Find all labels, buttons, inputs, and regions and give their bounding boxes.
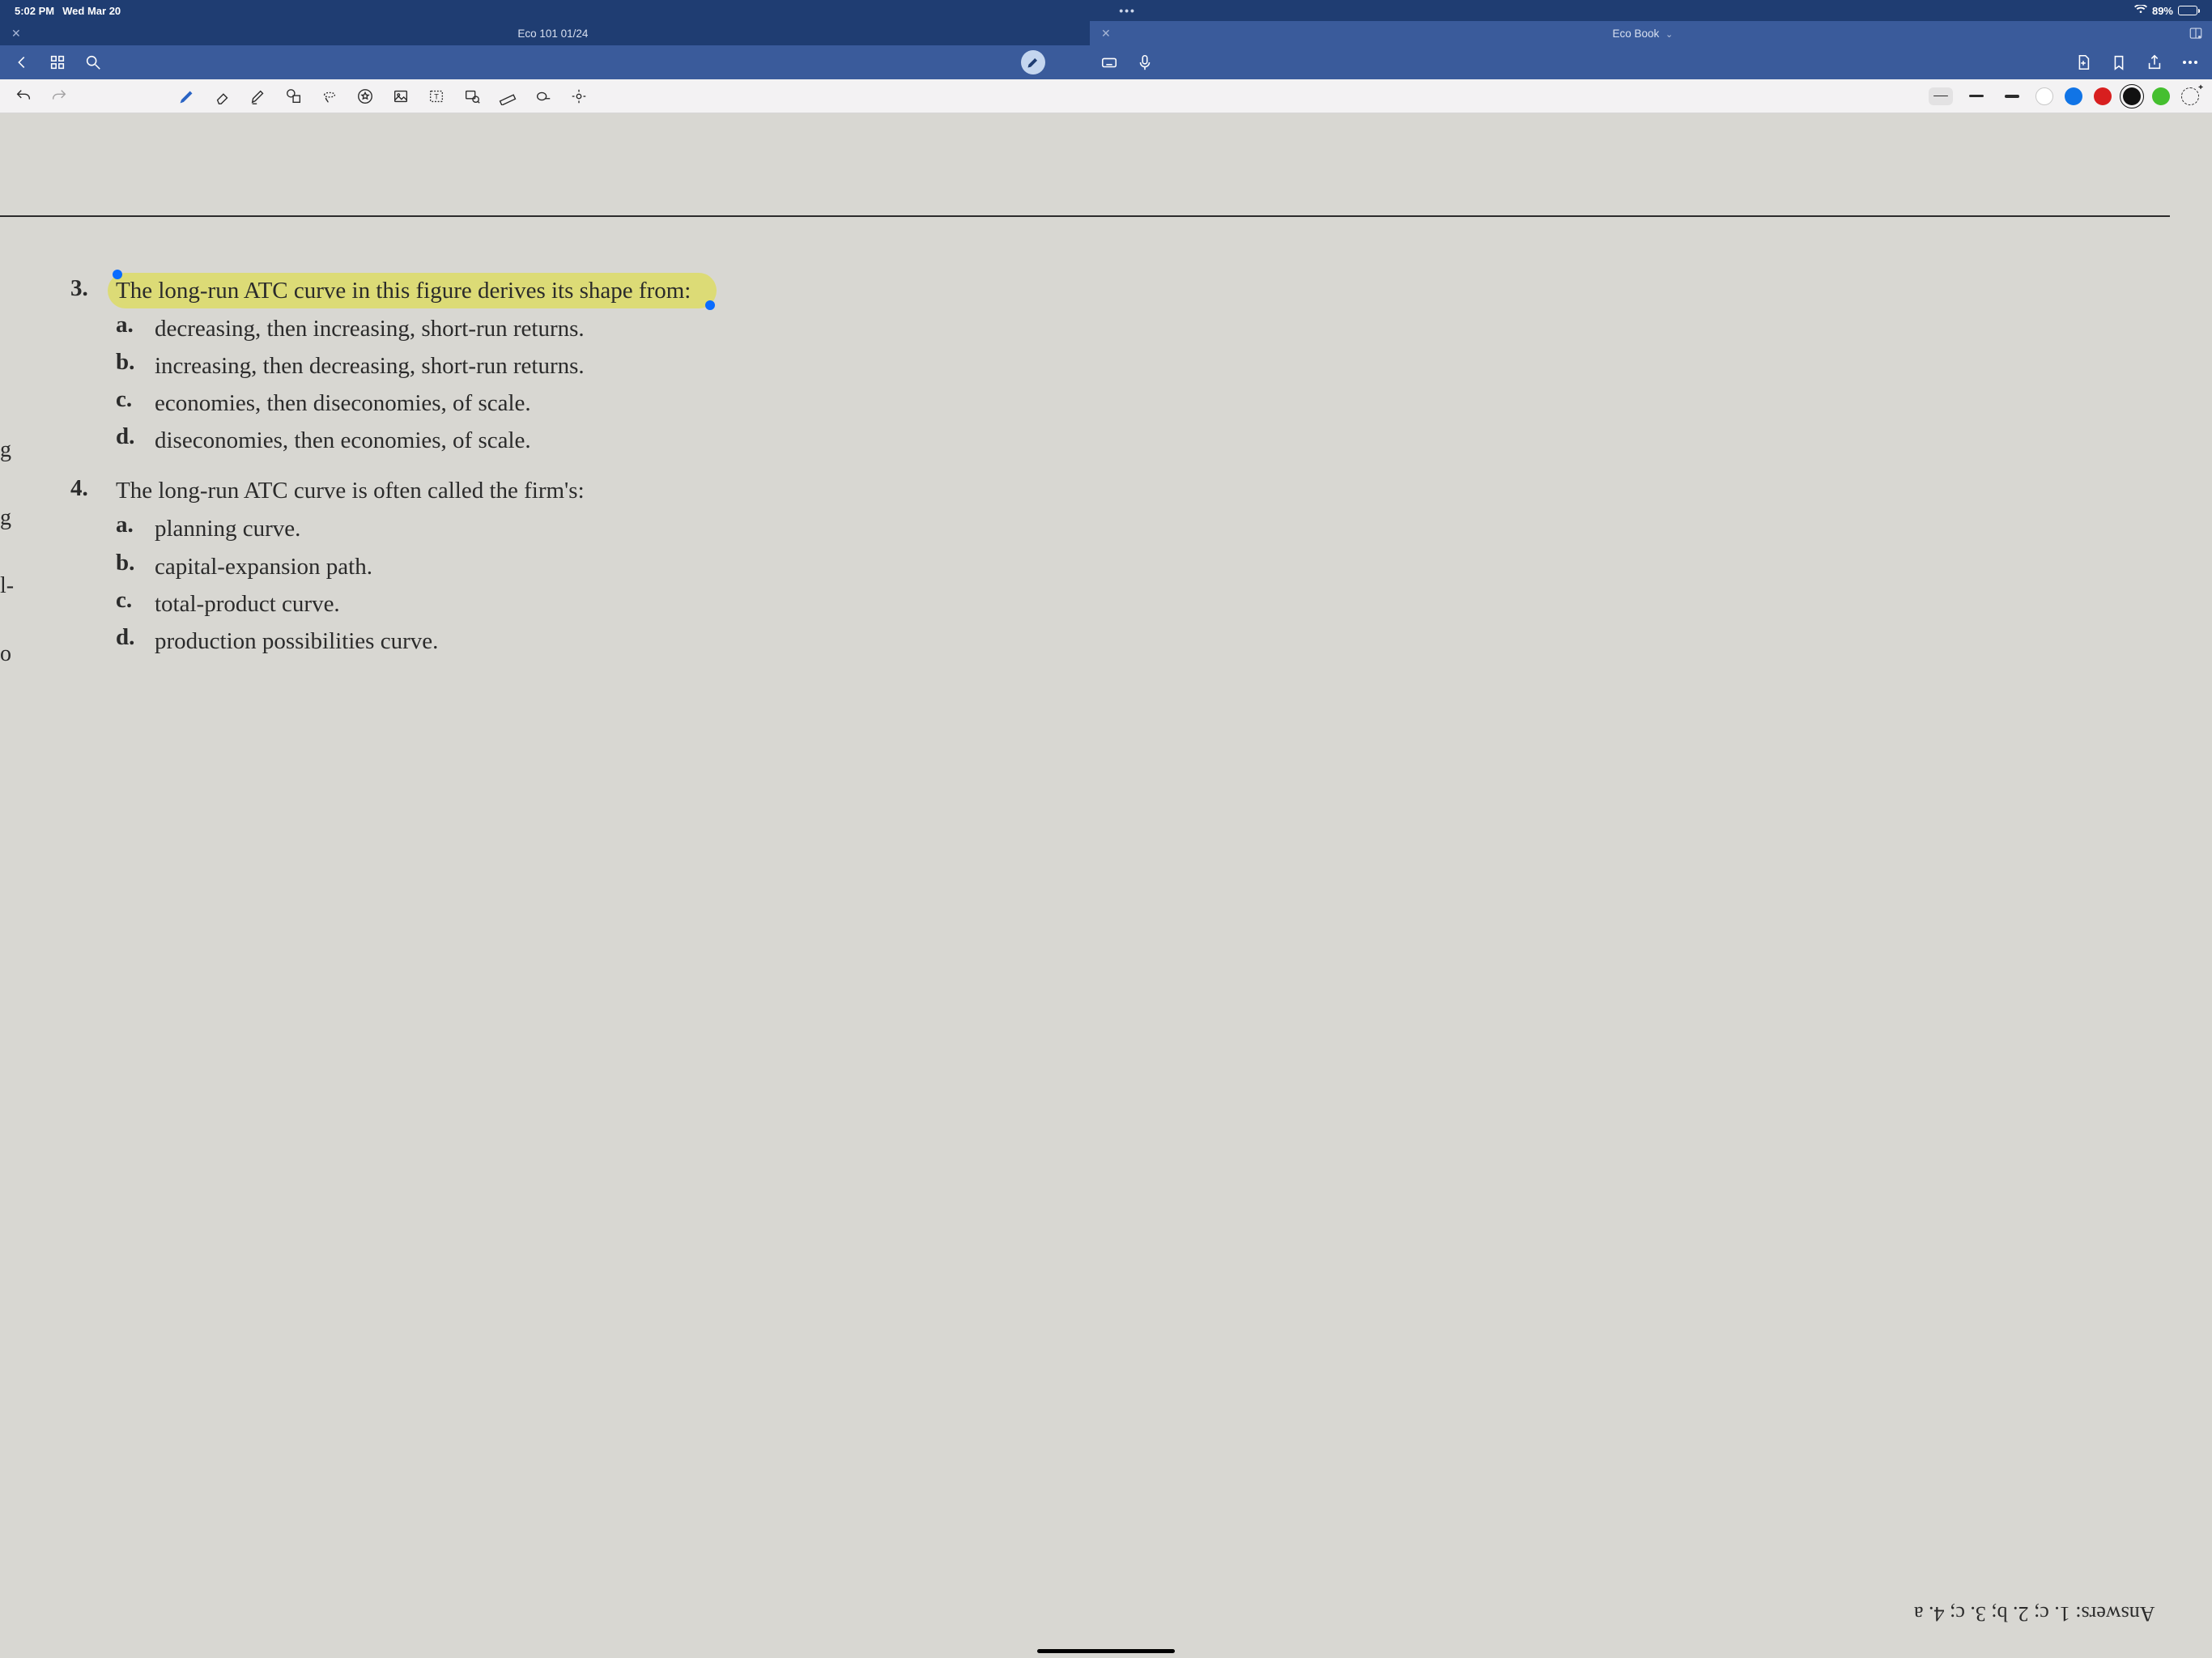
option-row[interactable]: b. capital-expansion path. bbox=[70, 550, 2163, 584]
question-content: 3. The long-run ATC curve in this figure… bbox=[70, 275, 2163, 676]
margin-text-fragments: g g l- o bbox=[0, 437, 14, 709]
wifi-icon bbox=[2134, 5, 2147, 17]
add-page-icon[interactable] bbox=[2073, 52, 2094, 73]
stroke-medium[interactable] bbox=[1964, 87, 1989, 105]
selection-handle-start[interactable] bbox=[113, 270, 122, 279]
stroke-thin[interactable] bbox=[1929, 87, 1953, 105]
tab-eco101[interactable]: ✕ Eco 101 01/24 bbox=[0, 21, 1090, 45]
tape-tool-icon[interactable] bbox=[533, 86, 554, 107]
question-text[interactable]: The long-run ATC curve is often called t… bbox=[116, 475, 2163, 507]
selection-handle-end[interactable] bbox=[705, 300, 715, 310]
status-bar: 5:02 PM Wed Mar 20 ••• 89% bbox=[0, 0, 2212, 21]
status-ellipsis[interactable]: ••• bbox=[121, 4, 2134, 17]
option-row[interactable]: c. total-product curve. bbox=[70, 587, 2163, 621]
battery-icon bbox=[2178, 6, 2197, 15]
question-text[interactable]: The long-run ATC curve in this figure de… bbox=[116, 275, 2163, 307]
option-row[interactable]: a. decreasing, then increasing, short-ru… bbox=[70, 312, 2163, 346]
draw-mode-icon[interactable] bbox=[1021, 50, 1045, 74]
search-icon[interactable] bbox=[83, 52, 104, 73]
lasso-tool-icon[interactable] bbox=[319, 86, 340, 107]
color-black[interactable] bbox=[2123, 87, 2141, 105]
image-tool-icon[interactable] bbox=[390, 86, 411, 107]
redo-icon[interactable] bbox=[49, 86, 70, 107]
grid-view-icon[interactable] bbox=[47, 52, 68, 73]
favorites-tool-icon[interactable] bbox=[355, 86, 376, 107]
option-row[interactable]: d. production possibilities curve. bbox=[70, 624, 2163, 658]
split-view-icon[interactable] bbox=[2180, 21, 2212, 45]
highlighter-tool-icon[interactable] bbox=[248, 86, 269, 107]
tab-ecobook[interactable]: ✕ Eco Book ⌄ bbox=[1090, 21, 2180, 45]
status-date: Wed Mar 20 bbox=[62, 5, 121, 17]
color-picker-icon[interactable] bbox=[2181, 87, 2199, 105]
question-block-3: 3. The long-run ATC curve in this figure… bbox=[70, 275, 2163, 457]
ruler-tool-icon[interactable] bbox=[497, 86, 518, 107]
option-row[interactable]: b. increasing, then decreasing, short-ru… bbox=[70, 349, 2163, 383]
close-icon[interactable]: ✕ bbox=[11, 27, 21, 40]
undo-icon[interactable] bbox=[13, 86, 34, 107]
mic-icon[interactable] bbox=[1134, 52, 1155, 73]
laser-tool-icon[interactable] bbox=[568, 86, 589, 107]
answers-upside-down: Answers: 1. c; 2. b; 3. c; 4. a bbox=[1914, 1601, 2155, 1626]
zoom-tool-icon[interactable] bbox=[462, 86, 483, 107]
share-icon[interactable] bbox=[2144, 52, 2165, 73]
home-indicator[interactable] bbox=[1037, 1649, 1175, 1653]
option-row[interactable]: c. economies, then diseconomies, of scal… bbox=[70, 386, 2163, 420]
battery-percent: 89% bbox=[2152, 5, 2173, 17]
more-icon[interactable] bbox=[2180, 52, 2201, 73]
tab-label: Eco 101 01/24 bbox=[28, 28, 1078, 40]
option-row[interactable]: d. diseconomies, then economies, of scal… bbox=[70, 423, 2163, 457]
status-time: 5:02 PM bbox=[15, 5, 54, 17]
pen-tool-icon[interactable] bbox=[177, 86, 198, 107]
question-number: 4. bbox=[70, 475, 116, 507]
stroke-thick[interactable] bbox=[2000, 87, 2024, 105]
text-tool-icon[interactable]: T bbox=[426, 86, 447, 107]
svg-text:T: T bbox=[434, 92, 439, 100]
eraser-tool-icon[interactable] bbox=[212, 86, 233, 107]
toolbar-draw: T bbox=[0, 79, 2212, 113]
close-icon[interactable]: ✕ bbox=[1101, 27, 1111, 40]
color-blue[interactable] bbox=[2065, 87, 2082, 105]
keyboard-icon[interactable] bbox=[1099, 52, 1120, 73]
bookmark-icon[interactable] bbox=[2108, 52, 2129, 73]
color-green[interactable] bbox=[2152, 87, 2170, 105]
document-canvas[interactable]: g g l- o 3. The long-run ATC curve in th… bbox=[0, 113, 2212, 1658]
question-block-4: 4. The long-run ATC curve is often calle… bbox=[70, 475, 2163, 657]
horizontal-rule bbox=[0, 215, 2170, 217]
color-red[interactable] bbox=[2094, 87, 2112, 105]
toolbar-main bbox=[0, 45, 2212, 79]
tab-label: Eco Book ⌄ bbox=[1117, 28, 2168, 40]
chevron-down-icon[interactable]: ⌄ bbox=[1665, 30, 1673, 40]
back-icon[interactable] bbox=[11, 52, 32, 73]
color-white[interactable] bbox=[2035, 87, 2053, 105]
option-row[interactable]: a. planning curve. bbox=[70, 512, 2163, 546]
shape-tool-icon[interactable] bbox=[283, 86, 304, 107]
tabbar: ✕ Eco 101 01/24 ✕ Eco Book ⌄ bbox=[0, 21, 2212, 45]
